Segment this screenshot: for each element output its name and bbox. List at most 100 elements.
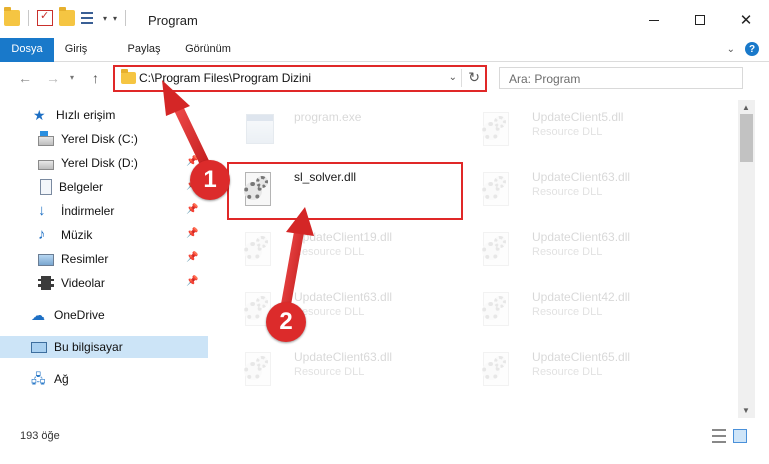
sidebar-item-label: Resimler xyxy=(61,252,109,266)
application-icon xyxy=(242,112,276,150)
step-badge-1: 1 xyxy=(190,160,230,200)
new-folder-icon[interactable] xyxy=(59,7,75,26)
minimize-icon xyxy=(649,19,659,21)
dll-gear-icon xyxy=(480,292,514,330)
sidebar-item-music[interactable]: ♪ Müzik 📌 xyxy=(0,224,208,246)
sidebar-item-label: Bu bilgisayar xyxy=(54,340,123,354)
pin-icon[interactable]: 📌 xyxy=(186,228,198,239)
file-highlight-box xyxy=(227,162,463,220)
document-icon xyxy=(40,179,52,195)
sidebar-item-onedrive[interactable]: ☁ OneDrive xyxy=(0,304,208,326)
scroll-down-icon[interactable]: ▼ xyxy=(742,406,750,415)
tab-share[interactable]: Paylaş xyxy=(124,38,164,61)
list-item[interactable]: UpdateClient63.dll Resource DLL xyxy=(218,344,458,396)
sidebar-item-label: Videolar xyxy=(61,276,105,290)
chevron-down-icon[interactable]: ▾ xyxy=(103,14,107,23)
computer-icon xyxy=(31,342,47,353)
large-icons-view-icon[interactable] xyxy=(733,429,747,443)
file-name: UpdateClient65.dll xyxy=(532,350,631,364)
customize-toolbar-icon[interactable]: ▾ xyxy=(113,14,117,23)
dll-gear-icon xyxy=(242,232,276,270)
help-icon[interactable]: ? xyxy=(745,42,759,56)
sidebar-item-this-pc[interactable]: Bu bilgisayar xyxy=(0,336,208,358)
item-count: 193 öğe xyxy=(20,430,60,442)
sidebar-item-label: Yerel Disk (D:) xyxy=(61,156,138,170)
sidebar-item-documents[interactable]: Belgeler 📌 xyxy=(0,176,208,198)
tab-view[interactable]: Görünüm xyxy=(180,38,236,61)
sidebar-item-videos[interactable]: Videolar 📌 xyxy=(0,272,208,294)
chevron-down-icon[interactable]: ⌄ xyxy=(727,44,735,55)
sidebar-item-network[interactable]: 🖧 Ağ xyxy=(0,368,208,390)
sidebar-item-label: Yerel Disk (C:) xyxy=(61,132,138,146)
file-description: Resource DLL xyxy=(532,246,603,258)
scrollbar-thumb[interactable] xyxy=(740,114,753,162)
file-name: UpdateClient42.dll xyxy=(532,290,631,304)
properties-icon[interactable] xyxy=(37,9,53,26)
search-placeholder: Ara: Program xyxy=(509,72,581,86)
sidebar-item-downloads[interactable]: ↓ İndirmeler 📌 xyxy=(0,200,208,222)
address-bar[interactable]: C:\Program Files\Program Dizini ⌄ ↻ xyxy=(113,65,487,92)
maximize-button[interactable] xyxy=(677,0,723,40)
file-name: UpdateClient63.dll xyxy=(294,290,393,304)
chevron-down-icon[interactable]: ⌄ xyxy=(449,72,457,83)
sidebar-item-local-disk-c[interactable]: Yerel Disk (C:) xyxy=(0,128,208,150)
dll-gear-icon xyxy=(480,172,514,210)
list-item[interactable]: UpdateClient63.dll Resource DLL xyxy=(456,224,696,276)
search-input[interactable]: Ara: Program xyxy=(499,67,743,89)
sidebar-item-label: Hızlı erişim xyxy=(56,108,116,122)
hard-drive-icon xyxy=(38,130,54,146)
list-item[interactable]: UpdateClient5.dll Resource DLL xyxy=(456,104,696,156)
view-options-icon[interactable] xyxy=(81,10,97,26)
film-strip-icon xyxy=(38,276,54,290)
sidebar-item-label: İndirmeler xyxy=(61,204,115,218)
list-item[interactable]: UpdateClient19.dll Resource DLL xyxy=(218,224,458,276)
sidebar-item-label: Ağ xyxy=(54,372,69,386)
list-item[interactable]: program.exe xyxy=(218,104,458,156)
navigation-pane: ★ Hızlı erişim Yerel Disk (C:) Yerel Dis… xyxy=(0,100,208,418)
address-separator xyxy=(461,69,462,87)
up-arrow-icon[interactable]: ↑ xyxy=(92,70,99,86)
file-description: Resource DLL xyxy=(532,366,603,378)
forward-arrow-icon[interactable]: → xyxy=(46,70,60,86)
ribbon-controls: ⌄ ? xyxy=(727,42,759,56)
dll-gear-icon xyxy=(480,232,514,270)
list-item[interactable]: UpdateClient65.dll Resource DLL xyxy=(456,344,696,396)
sidebar-item-label: OneDrive xyxy=(54,308,105,322)
list-item[interactable]: UpdateClient63.dll Resource DLL xyxy=(456,164,696,216)
file-name: program.exe xyxy=(294,110,362,124)
details-view-icon[interactable] xyxy=(712,429,726,443)
title-bar: ▾ ▾ Program ✕ xyxy=(0,0,769,40)
network-icon: 🖧 xyxy=(31,371,46,386)
scroll-up-icon[interactable]: ▲ xyxy=(742,103,750,112)
step-badge-2: 2 xyxy=(266,302,306,342)
file-name: UpdateClient63.dll xyxy=(532,230,631,244)
file-description: Resource DLL xyxy=(532,306,603,318)
file-description: Resource DLL xyxy=(532,126,603,138)
pin-icon[interactable]: 📌 xyxy=(186,252,198,263)
sidebar-item-quick-access[interactable]: ★ Hızlı erişim xyxy=(0,104,208,126)
list-item[interactable]: UpdateClient42.dll Resource DLL xyxy=(456,284,696,336)
tab-home[interactable]: Giriş xyxy=(58,38,94,61)
address-path[interactable]: C:\Program Files\Program Dizini xyxy=(139,71,311,85)
refresh-icon[interactable]: ↻ xyxy=(468,69,480,86)
minimize-button[interactable] xyxy=(631,0,677,40)
quick-access-toolbar: ▾ ▾ xyxy=(4,7,128,26)
cloud-icon: ☁ xyxy=(31,307,45,323)
close-button[interactable]: ✕ xyxy=(723,0,769,40)
folder-icon xyxy=(4,7,20,26)
download-arrow-icon: ↓ xyxy=(38,202,46,219)
status-bar: 193 öğe xyxy=(0,426,769,450)
vertical-scrollbar[interactable]: ▲ ▼ xyxy=(738,100,755,418)
dll-gear-icon xyxy=(242,352,276,390)
star-icon: ★ xyxy=(33,107,46,123)
ribbon: Dosya Giriş Paylaş Görünüm ⌄ ? xyxy=(0,38,769,90)
pin-icon[interactable]: 📌 xyxy=(186,204,198,215)
sidebar-item-pictures[interactable]: Resimler 📌 xyxy=(0,248,208,270)
pin-icon[interactable]: 📌 xyxy=(186,276,198,287)
back-arrow-icon[interactable]: ← xyxy=(18,70,32,86)
file-description: Resource DLL xyxy=(294,366,365,378)
sidebar-item-local-disk-d[interactable]: Yerel Disk (D:) 📌 xyxy=(0,152,208,174)
recent-locations-icon[interactable]: ▾ xyxy=(70,73,74,82)
list-item[interactable]: UpdateClient63.dll Resource DLL xyxy=(218,284,458,336)
window-title: Program xyxy=(148,13,198,28)
